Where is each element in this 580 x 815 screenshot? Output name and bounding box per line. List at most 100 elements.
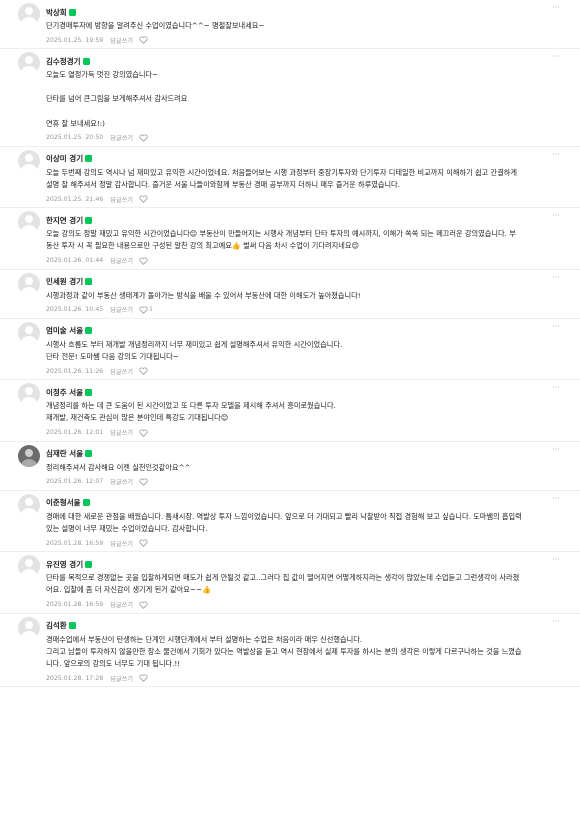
reply-button[interactable]: 답글쓰기 — [110, 195, 133, 204]
comment-date: 2025.01.26. 12:07 — [46, 478, 104, 486]
member-badge-icon — [82, 499, 90, 507]
comment-date: 2025.01.28. 16:59 — [46, 539, 104, 547]
more-options-icon[interactable]: ··· — [552, 150, 562, 159]
avatar[interactable] — [18, 444, 40, 467]
like-heart-icon[interactable] — [139, 195, 148, 204]
more-options-icon[interactable]: ··· — [552, 273, 562, 282]
member-badge-icon — [85, 560, 93, 568]
author-name[interactable]: 민세원 경기 — [46, 276, 83, 287]
comment-date: 2025.01.25. 20:50 — [46, 134, 104, 142]
reply-button[interactable]: 답글쓰기 — [110, 539, 133, 548]
like-heart-icon[interactable] — [139, 478, 148, 486]
member-badge-icon — [85, 388, 93, 396]
comment-meta: 2025.01.26. 10:45 답글쓰기 1 — [46, 302, 522, 318]
like-heart-icon[interactable] — [139, 36, 148, 45]
comment-text: 오늘 두번째 강의도 역시나 넘 재미있고 유익한 시간이었네요. 처음들어보는… — [46, 167, 522, 191]
avatar[interactable] — [18, 52, 40, 75]
like-heart-icon[interactable] — [139, 539, 148, 548]
more-options-icon[interactable]: ··· — [552, 445, 562, 454]
comment-date: 2025.01.26. 10:45 — [46, 306, 104, 314]
comment-item: ··· 민세원 경기 시행과정과 같이 부동산 생태계가 돌아가는 방식을 배울 수… — [0, 270, 580, 319]
comment-date: 2025.01.28. 16:59 — [46, 601, 104, 609]
comment-meta: 2025.01.25. 21:46 답글쓰기 — [46, 191, 522, 207]
more-options-icon[interactable]: ··· — [552, 212, 562, 220]
like-heart-icon[interactable] — [139, 429, 148, 437]
comment-meta: 2025.01.25. 19:59 답글쓰기 — [46, 32, 522, 48]
reply-button[interactable]: 답글쓰기 — [110, 36, 133, 45]
reply-button[interactable]: 답글쓰기 — [110, 477, 133, 486]
author-row: 김수정경기 — [46, 54, 522, 68]
like-heart-icon[interactable] — [139, 674, 148, 683]
author-row: 박상희 — [46, 5, 522, 19]
more-options-icon[interactable]: ··· — [552, 617, 562, 626]
reply-button[interactable]: 답글쓰기 — [110, 428, 133, 437]
comment-line: 단기경매투자에 방향을 알려주신 수업이였습니다^^~ 명절잘보내세요~ — [46, 21, 265, 30]
like-heart-icon[interactable] — [139, 134, 148, 142]
reply-button[interactable]: 답글쓰기 — [110, 367, 133, 376]
more-options-icon[interactable]: ··· — [552, 556, 562, 564]
author-row: 김석환 — [46, 619, 522, 633]
author-name[interactable]: 이정주 서울 — [46, 387, 83, 398]
author-name[interactable]: 이준형서울 — [46, 497, 81, 508]
author-name[interactable]: 엄미술 서울 — [46, 325, 83, 336]
author-name[interactable]: 유진영 경기 — [46, 559, 83, 570]
comment-meta: 2025.01.26. 12:07 답글쓰기 — [46, 474, 522, 490]
author-name[interactable]: 박상희 — [46, 7, 67, 18]
avatar[interactable] — [18, 149, 40, 172]
comment-line: 경매에 대한 새로운 관점을 배웠습니다. 틈새시장. 역발상 투자 느낌이었습… — [46, 511, 522, 534]
author-name[interactable]: 김수정경기 — [46, 56, 81, 67]
author-row: 민세원 경기 — [46, 275, 522, 289]
avatar[interactable] — [18, 555, 40, 578]
comment-meta: 2025.01.26. 01:44 답글쓰기 — [46, 253, 522, 269]
reply-button[interactable]: 답글쓰기 — [110, 600, 133, 609]
author-name[interactable]: 한지연 경기 — [46, 215, 83, 226]
member-badge-icon — [85, 278, 93, 286]
comment-item: ··· 엄미술 서울 시행사 흐름도 부터 재개발 개념정리까지 너무 재미있고 쉽… — [0, 319, 580, 381]
author-name[interactable]: 김석환 — [46, 620, 67, 631]
reply-button[interactable]: 답글쓰기 — [110, 305, 133, 314]
avatar[interactable] — [18, 493, 40, 516]
author-row: 유진영 경기 — [46, 557, 522, 571]
comment-date: 2025.01.28. 17:28 — [46, 674, 104, 682]
author-name[interactable]: 심재란 서울 — [46, 448, 83, 459]
comment-item: ··· 이상미 경기오늘 두번째 강의도 역시나 넘 재미있고 유익한 시간이었네… — [0, 147, 580, 209]
author-row: 한지연 경기 — [46, 213, 522, 227]
reply-button[interactable]: 답글쓰기 — [110, 133, 133, 142]
member-badge-icon — [68, 8, 76, 16]
author-row: 엄미술 서울 — [46, 324, 522, 338]
avatar[interactable] — [18, 616, 40, 639]
avatar[interactable] — [18, 383, 40, 406]
like-heart-icon[interactable] — [139, 257, 148, 265]
avatar[interactable] — [18, 3, 40, 25]
like-heart-icon[interactable] — [139, 306, 148, 314]
comment-date: 2025.01.25. 19:59 — [46, 36, 104, 44]
comment-line: 경매수업에서 부동산이 탄생하는 단계인 시행단계에서 부터 설명하는 수업은 … — [46, 634, 363, 644]
comment-text: 단타를 목적으로 경쟁없는 곳을 입찰하게되면 매도가 쉽게 안될것 같고..그… — [46, 572, 522, 596]
more-options-icon[interactable]: ··· — [552, 384, 562, 392]
more-options-icon[interactable]: ··· — [552, 494, 562, 503]
like-heart-icon[interactable] — [139, 601, 148, 609]
comment-date: 2025.01.26. 11:26 — [46, 367, 104, 375]
avatar[interactable] — [18, 211, 40, 234]
member-badge-icon — [85, 327, 93, 335]
avatar[interactable] — [18, 272, 40, 295]
comment-line: 재개발, 재건축도 관심이 많은 분야인데 특강도 기대됩니다😊 — [46, 413, 229, 423]
comment-item: ··· 한지연 경기 오늘 강의도 정말 재밌고 유익한 시간이었습니다😊 부동산이… — [0, 208, 580, 270]
comment-text: 정리해주셔서 감사해요 이젠 실천인것같아요^^ — [46, 462, 522, 474]
like-heart-icon[interactable] — [139, 367, 148, 376]
comment-line: 개념정리를 하는 데 큰 도움이 된 시간이었고 또 다른 투자 모델을 제시해… — [46, 401, 336, 411]
comment-text: 개념정리를 하는 데 큰 도움이 된 시간이었고 또 다른 투자 모델을 제시해… — [46, 400, 522, 424]
author-name[interactable]: 이상미 경기 — [46, 153, 83, 164]
reply-button[interactable]: 답글쓰기 — [110, 256, 133, 265]
comment-text: 단기경매투자에 방향을 알려주신 수업이였습니다^^~ 명절잘보내세요~ — [46, 20, 522, 32]
more-options-icon[interactable]: ··· — [552, 322, 562, 331]
more-options-icon[interactable]: ··· — [552, 4, 562, 12]
author-row: 이준형서울 — [46, 496, 522, 510]
reply-button[interactable]: 답글쓰기 — [110, 674, 133, 683]
more-options-icon[interactable]: ··· — [552, 53, 562, 61]
comment-line: 그리고 남들이 투자하지 않을만한 장소 물건에서 기회가 있다는 역발상을 듣… — [46, 646, 522, 669]
comment-item: ··· 박상희단기경매투자에 방향을 알려주신 수업이였습니다^^~ 명절잘보내세… — [0, 0, 580, 50]
comment-text: 오늘도 열정가득 멋진 강의였습니다~ 단타를 넘어 큰그림을 보게해주셔서 감사… — [46, 69, 522, 130]
avatar[interactable] — [18, 321, 40, 344]
